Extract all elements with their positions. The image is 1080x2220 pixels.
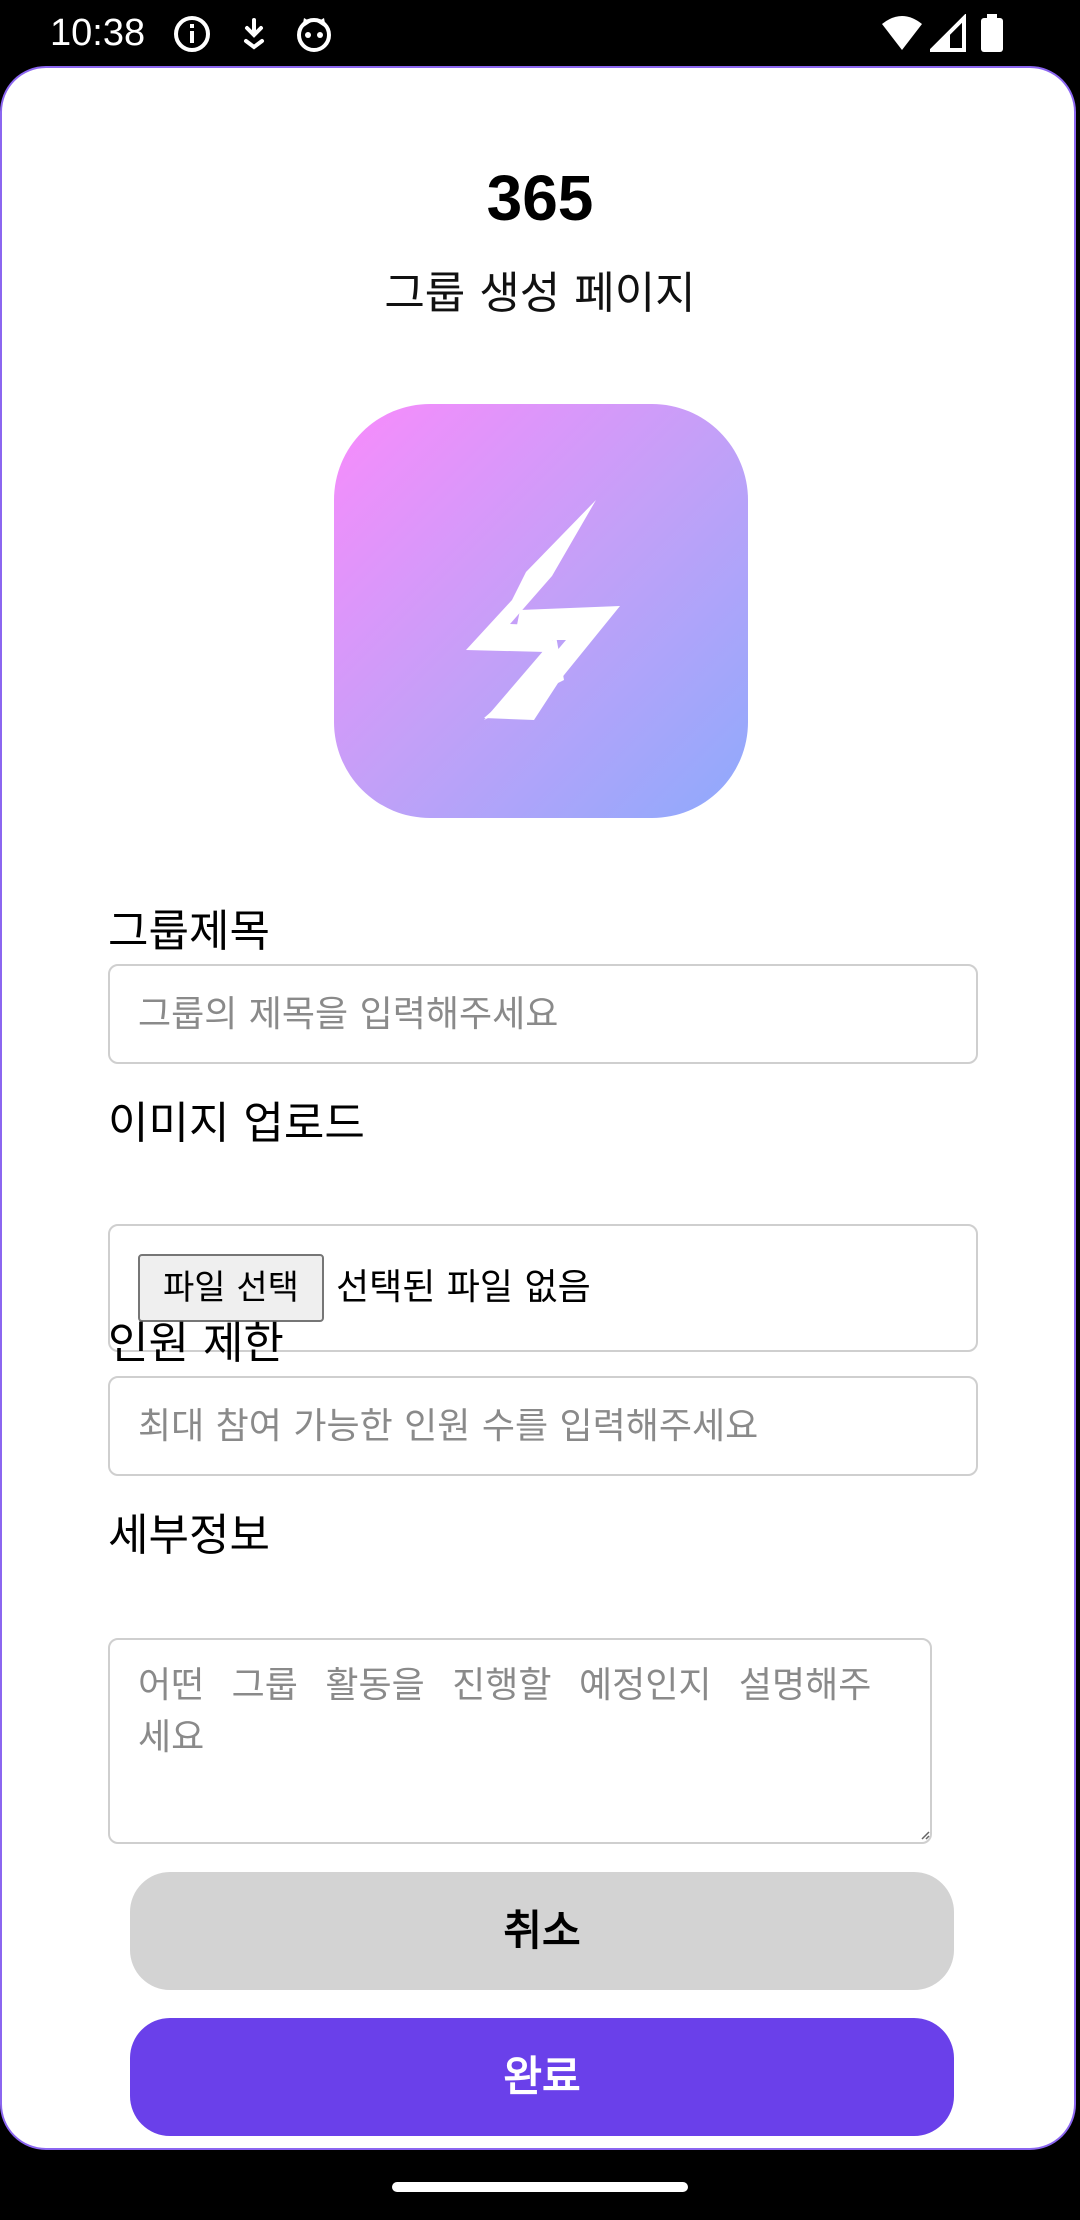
- download-icon: [234, 14, 274, 54]
- details-textarea[interactable]: [108, 1638, 932, 1844]
- status-time: 10:38: [50, 12, 146, 54]
- lightning-bolt-icon: [466, 500, 620, 720]
- home-indicator[interactable]: [392, 2182, 688, 2192]
- info-icon: [172, 14, 212, 54]
- group-title-input[interactable]: [108, 964, 978, 1064]
- group-title-label: 그룹제목: [108, 906, 270, 957]
- done-button[interactable]: 완료: [130, 2018, 954, 2136]
- page-title: 그룹 생성 페이지: [384, 268, 696, 319]
- app-title: 365: [486, 162, 594, 234]
- image-upload-label: 이미지 업로드: [108, 1098, 365, 1149]
- cancel-button[interactable]: 취소: [130, 1872, 954, 1990]
- member-limit-input[interactable]: [108, 1376, 978, 1476]
- wifi-icon: [880, 14, 924, 54]
- signal-icon: [927, 13, 966, 54]
- app-logo: [334, 404, 748, 818]
- details-label: 세부정보: [108, 1510, 270, 1561]
- file-status-text: 선택된 파일 없음: [336, 1267, 591, 1308]
- battery-icon: [980, 14, 1004, 54]
- cat-face-icon: [294, 14, 334, 54]
- app-screen: 365 그룹 생성 페이지 그룹제목 이미지 업로드 파일 선택 선택된 파일 …: [0, 66, 1076, 2150]
- status-bar: 10:38: [0, 0, 1080, 66]
- choose-file-button[interactable]: 파일 선택: [138, 1254, 324, 1322]
- resize-grip-icon[interactable]: [920, 1830, 930, 1840]
- member-limit-label: 인원 제한: [108, 1318, 284, 1369]
